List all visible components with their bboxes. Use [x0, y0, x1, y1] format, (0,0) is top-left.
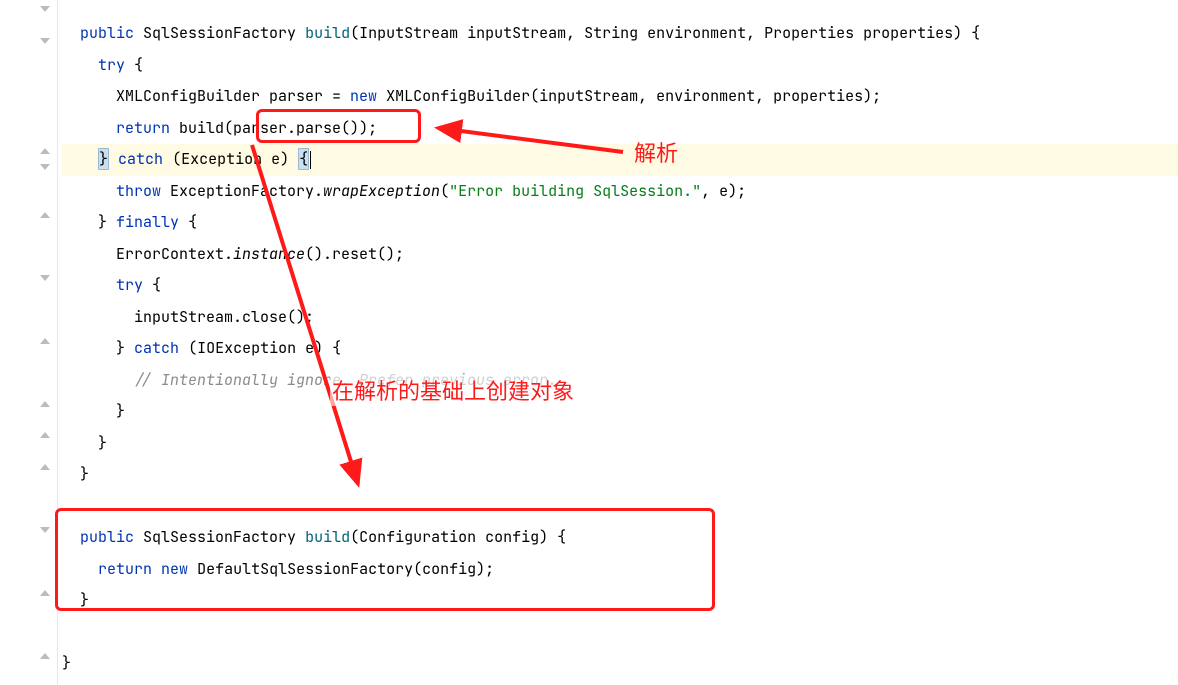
- code-line[interactable]: } catch (IOException e) {: [62, 333, 1178, 365]
- brace: {: [125, 55, 143, 75]
- method-name: build: [305, 527, 350, 547]
- fold-marker-icon[interactable]: [40, 527, 50, 537]
- text: XMLConfigBuilder(inputStream, environmen…: [377, 86, 881, 106]
- method-name: build: [305, 23, 350, 43]
- comment: // Intentionally ignore. Prefer previous…: [134, 370, 557, 390]
- keyword: catch: [118, 149, 163, 169]
- code-line[interactable]: }: [62, 428, 1178, 460]
- code-line[interactable]: try {: [62, 50, 1178, 82]
- code-line[interactable]: public SqlSessionFactory build(InputStre…: [62, 18, 1178, 50]
- code-line[interactable]: inputStream.close();: [62, 302, 1178, 334]
- keyword: new: [350, 86, 377, 106]
- code-line[interactable]: }: [62, 396, 1178, 428]
- code-line[interactable]: }: [62, 648, 1178, 680]
- text: , e);: [701, 181, 746, 201]
- brace: {: [179, 212, 197, 232]
- brace: }: [98, 433, 107, 453]
- text: );: [359, 118, 377, 138]
- brace: }: [116, 401, 125, 421]
- brace: }: [80, 464, 89, 484]
- code-line[interactable]: try {: [62, 270, 1178, 302]
- brace-matched: }: [98, 148, 109, 170]
- code-line[interactable]: } finally {: [62, 207, 1178, 239]
- code-line[interactable]: }: [62, 459, 1178, 491]
- code-line[interactable]: XMLConfigBuilder parser = new XMLConfigB…: [62, 81, 1178, 113]
- type-name: SqlSessionFactory: [143, 23, 296, 43]
- fold-end-icon[interactable]: [40, 338, 50, 348]
- keyword: try: [98, 55, 125, 75]
- params: (IOException e) {: [179, 338, 341, 358]
- method-call: instance: [233, 244, 305, 264]
- brace-matched: {: [298, 148, 309, 170]
- fold-marker-icon[interactable]: [40, 6, 50, 16]
- keyword: return: [98, 559, 152, 579]
- paren: (: [440, 181, 449, 201]
- code-line[interactable]: return build(parser.parse());: [62, 113, 1178, 145]
- fold-end-icon[interactable]: [40, 464, 50, 474]
- text: parser =: [260, 86, 350, 106]
- method-call: wrapException: [323, 181, 440, 201]
- params: (InputStream inputStream, String environ…: [350, 23, 980, 43]
- brace: {: [143, 275, 161, 295]
- keyword: return: [116, 118, 170, 138]
- string-literal: "Error building SqlSession.": [449, 181, 701, 201]
- params: (Configuration config) {: [350, 527, 566, 547]
- code-line[interactable]: throw ExceptionFactory.wrapException("Er…: [62, 176, 1178, 208]
- keyword: catch: [134, 338, 179, 358]
- fold-marker-icon[interactable]: [40, 38, 50, 48]
- text: ErrorContext.: [116, 244, 233, 264]
- keyword: new: [161, 559, 188, 579]
- keyword: public: [80, 23, 134, 43]
- fold-marker-icon[interactable]: [40, 275, 50, 285]
- keyword: public: [80, 527, 134, 547]
- brace: }: [98, 212, 107, 232]
- blank-line[interactable]: [62, 617, 1178, 649]
- code-line-highlighted[interactable]: } catch (Exception e) {: [62, 144, 1178, 176]
- brace: }: [62, 653, 71, 673]
- text: ExceptionFactory.: [161, 181, 323, 201]
- keyword: throw: [116, 181, 161, 201]
- caret: [310, 151, 311, 169]
- fold-end-icon[interactable]: [40, 212, 50, 222]
- text: inputStream.close();: [134, 307, 314, 327]
- fold-end-icon[interactable]: [40, 432, 50, 442]
- fold-end-icon[interactable]: [40, 590, 50, 600]
- code-line[interactable]: ErrorContext.instance().reset();: [62, 239, 1178, 271]
- fold-end-icon[interactable]: [40, 401, 50, 411]
- fold-marker-icon[interactable]: [40, 164, 50, 174]
- text: DefaultSqlSessionFactory(config);: [188, 559, 494, 579]
- fold-end-icon[interactable]: [40, 653, 50, 663]
- type-name: SqlSessionFactory: [143, 527, 296, 547]
- text: build(: [170, 118, 233, 138]
- code-area[interactable]: public SqlSessionFactory build(InputStre…: [58, 0, 1178, 685]
- code-line[interactable]: return new DefaultSqlSessionFactory(conf…: [62, 554, 1178, 586]
- blank-line[interactable]: [62, 491, 1178, 523]
- brace: }: [116, 338, 125, 358]
- type-name: XMLConfigBuilder: [116, 86, 260, 106]
- method-call: parser.parse(): [233, 118, 359, 138]
- keyword: try: [116, 275, 143, 295]
- keyword: finally: [116, 212, 179, 232]
- code-line[interactable]: // Intentionally ignore. Prefer previous…: [62, 365, 1178, 397]
- fold-end-icon[interactable]: [40, 148, 50, 158]
- brace: }: [80, 590, 89, 610]
- params: (Exception e): [163, 149, 298, 169]
- code-line[interactable]: }: [62, 585, 1178, 617]
- text: ().reset();: [305, 244, 404, 264]
- code-line[interactable]: public SqlSessionFactory build(Configura…: [62, 522, 1178, 554]
- gutter: [0, 0, 58, 685]
- code-editor[interactable]: public SqlSessionFactory build(InputStre…: [0, 0, 1178, 685]
